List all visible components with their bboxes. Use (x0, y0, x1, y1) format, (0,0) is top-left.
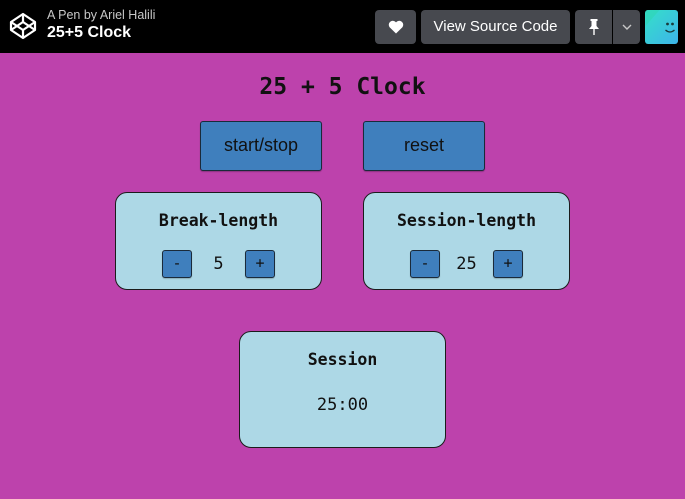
clock-title: 25 + 5 Clock (259, 74, 426, 100)
reset-button[interactable]: reset (363, 121, 485, 171)
codepen-header: A Pen by Ariel Halili 25+5 Clock View So… (0, 0, 685, 53)
codepen-logo-icon[interactable] (8, 11, 38, 41)
start-stop-button[interactable]: start/stop (200, 121, 322, 171)
break-length-value: 5 (213, 254, 224, 274)
session-length-panel: Session-length - 25 + (363, 192, 570, 290)
break-decrement-button[interactable]: - (162, 250, 192, 278)
break-length-label: Break-length (158, 211, 279, 230)
heart-icon (388, 20, 403, 34)
chevron-down-icon (622, 24, 631, 30)
pin-button[interactable] (575, 10, 612, 44)
session-decrement-button[interactable]: - (410, 250, 440, 278)
break-length-panel: Break-length - 5 + (115, 192, 322, 290)
pin-icon (588, 19, 599, 35)
time-left: 25:00 (316, 395, 369, 415)
pen-title: 25+5 Clock (47, 24, 132, 41)
pin-menu-button[interactable] (613, 10, 640, 44)
view-source-button[interactable]: View Source Code (421, 10, 570, 44)
session-length-value: 25 (456, 254, 477, 274)
timer-panel: Session 25:00 (239, 331, 446, 448)
timer-label: Session (307, 350, 378, 369)
user-avatar-icon (645, 10, 675, 33)
session-length-label: Session-length (396, 211, 537, 230)
pen-author[interactable]: A Pen by Ariel Halili (47, 7, 155, 23)
session-increment-button[interactable]: + (493, 250, 523, 278)
user-avatar[interactable] (645, 10, 678, 44)
break-increment-button[interactable]: + (245, 250, 275, 278)
like-button[interactable] (375, 10, 416, 44)
